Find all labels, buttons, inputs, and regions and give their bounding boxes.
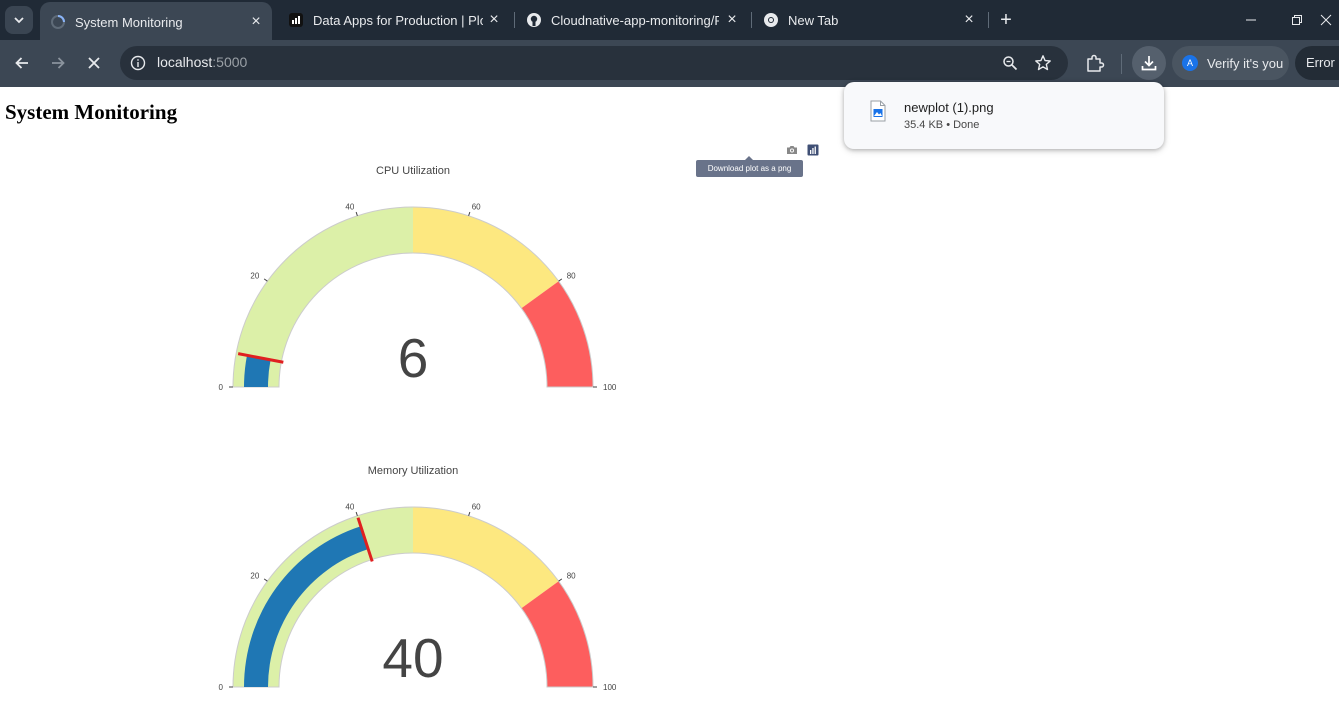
minimize-button[interactable] [1228, 0, 1274, 40]
new-tab-button[interactable]: + [996, 10, 1016, 30]
gauge-tick-mark [355, 211, 358, 216]
forward-button[interactable] [43, 48, 73, 78]
downloads-button[interactable] [1132, 46, 1166, 80]
close-icon [88, 57, 100, 69]
address-bar[interactable]: localhost:5000 [120, 46, 1068, 80]
github-icon [526, 12, 542, 28]
close-window-button[interactable] [1320, 0, 1339, 40]
bookmark-star-icon[interactable] [1034, 54, 1052, 72]
extensions-puzzle-icon[interactable] [1084, 52, 1106, 74]
tab-system-monitoring[interactable]: System Monitoring × [40, 2, 272, 42]
gauge-tick-mark [263, 578, 268, 582]
close-tab-icon[interactable]: × [961, 11, 977, 28]
gauge-title: CPU Utilization [376, 165, 450, 177]
toolbar-divider [1121, 54, 1122, 74]
tab-title: New Tab [788, 12, 839, 28]
cpu-gauge-chart: CPU Utilization 0 20 40 60 80 100 6 [219, 165, 617, 392]
zoom-icon[interactable] [1002, 55, 1018, 71]
minimize-icon [1246, 19, 1256, 21]
close-icon [1320, 14, 1332, 26]
plotly-icon [288, 12, 304, 28]
tab-github[interactable]: Cloudnative-app-monitoring/RE × [516, 0, 748, 40]
gauge-tick-label: 80 [567, 571, 576, 580]
tab-divider [988, 12, 989, 28]
gauge-tick-label: 60 [472, 502, 481, 511]
gauge-tick-mark [355, 511, 358, 516]
close-tab-icon[interactable]: × [724, 11, 740, 28]
camera-icon[interactable] [785, 143, 799, 157]
gauge-tick-label: 20 [250, 571, 259, 580]
tab-divider [514, 12, 515, 28]
plotly-logo-icon[interactable] [806, 143, 820, 157]
profile-chip-label: Verify it's you [1207, 55, 1284, 71]
image-file-icon [870, 100, 886, 122]
error-chip[interactable]: Error [1295, 46, 1339, 80]
gauge-value-number: 6 [398, 327, 429, 389]
gauge-value-number: 40 [382, 627, 443, 689]
gauge-tick-label: 0 [219, 683, 224, 692]
stop-loading-button[interactable] [79, 48, 109, 78]
tab-new-tab[interactable]: New Tab × [753, 0, 985, 40]
tab-plotly[interactable]: Data Apps for Production | Plotl × [278, 0, 510, 40]
close-tab-icon[interactable]: × [248, 13, 264, 30]
profile-chip[interactable]: A Verify it's you [1172, 46, 1289, 80]
gauge-tick-mark [468, 211, 471, 216]
download-filename[interactable]: newplot (1).png [904, 100, 994, 115]
gauge-tick-mark [263, 278, 268, 282]
gauge-tick-label: 80 [567, 271, 576, 280]
gauge-title: Memory Utilization [368, 465, 458, 477]
gauge-tick-mark [558, 278, 563, 282]
chrome-icon [763, 12, 779, 28]
tab-strip: System Monitoring × Data Apps for Produc… [0, 0, 1339, 42]
forward-arrow-icon [52, 57, 65, 69]
download-icon [1141, 56, 1157, 71]
chevron-down-icon [14, 17, 24, 24]
back-arrow-icon [15, 57, 28, 69]
url-host: localhost [157, 54, 213, 70]
url-text[interactable]: localhost:5000 [157, 54, 247, 70]
memory-gauge-chart: Memory Utilization 0 20 40 60 80 100 40 [219, 465, 617, 692]
restore-icon [1292, 15, 1302, 25]
gauge-tick-label: 0 [219, 383, 224, 392]
gauge-tick-mark [468, 511, 471, 516]
loading-spinner-icon [50, 14, 66, 30]
gauge-tick-label: 100 [603, 383, 617, 392]
restore-button[interactable] [1274, 0, 1320, 40]
gauge-tick-label: 40 [345, 502, 354, 511]
gauge-body: 0 20 40 60 80 100 40 [219, 502, 617, 692]
close-tab-icon[interactable]: × [486, 11, 502, 28]
back-button[interactable] [7, 48, 37, 78]
tab-title: Data Apps for Production | Plotl [313, 12, 483, 28]
browser-toolbar: localhost:5000 A Verify it's you Error [0, 40, 1339, 87]
gauge-tick-label: 20 [250, 271, 259, 280]
gauge-tick-label: 40 [345, 202, 354, 211]
modebar-tooltip: Download plot as a png [696, 156, 803, 177]
gauge-tick-label: 60 [472, 202, 481, 211]
avatar: A [1182, 55, 1198, 71]
gauge-body: 0 20 40 60 80 100 6 [219, 202, 617, 392]
tab-title: System Monitoring [75, 14, 183, 30]
gauge-tick-mark [558, 578, 563, 582]
site-info-icon[interactable] [130, 55, 146, 71]
tab-search-button[interactable] [5, 6, 33, 34]
tab-title: Cloudnative-app-monitoring/RE [551, 12, 719, 28]
url-port: :5000 [212, 54, 248, 70]
download-bubble: newplot (1).png 35.4 KB • Done [844, 82, 1164, 149]
download-status: 35.4 KB • Done [904, 119, 980, 131]
gauge-tick-label: 100 [603, 683, 617, 692]
page-title: System Monitoring [5, 100, 178, 124]
tab-divider [751, 12, 752, 28]
